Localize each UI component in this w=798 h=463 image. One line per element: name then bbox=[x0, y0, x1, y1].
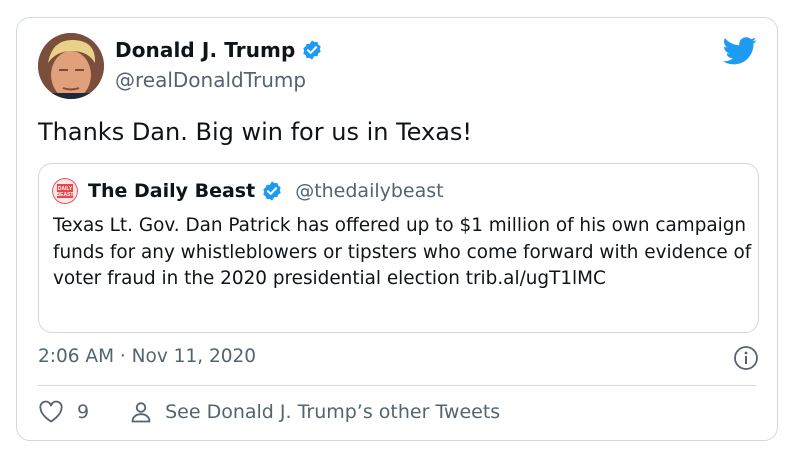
avatar[interactable] bbox=[38, 33, 104, 99]
like-count[interactable]: 9 bbox=[77, 401, 89, 423]
quoted-text: Texas Lt. Gov. Dan Patrick has offered u… bbox=[53, 215, 752, 289]
svg-text:BEAST: BEAST bbox=[57, 192, 74, 198]
author-handle[interactable]: @realDonaldTrump bbox=[115, 68, 306, 92]
divider bbox=[38, 385, 756, 386]
avatar-portrait bbox=[38, 33, 104, 99]
tweet-timestamp[interactable]: 2:06 AM · Nov 11, 2020 bbox=[38, 346, 256, 367]
quoted-author-handle[interactable]: @thedailybeast bbox=[295, 180, 443, 202]
verified-badge-icon bbox=[303, 40, 322, 60]
quoted-author-name[interactable]: The Daily Beast bbox=[88, 180, 255, 202]
person-icon[interactable] bbox=[129, 400, 153, 424]
twitter-bird-icon[interactable] bbox=[723, 36, 757, 66]
heart-icon[interactable] bbox=[38, 400, 64, 424]
tweet-text: Thanks Dan. Big win for us in Texas! bbox=[38, 118, 473, 146]
info-icon[interactable] bbox=[733, 345, 759, 371]
verified-badge-icon bbox=[263, 181, 281, 201]
quoted-tweet[interactable]: DAILY BEAST The Daily Beast @thedailybea… bbox=[38, 163, 759, 333]
see-other-tweets-link[interactable]: See Donald J. Trump’s other Tweets bbox=[165, 401, 500, 423]
tweet-card[interactable]: Donald J. Trump @realDonaldTrump Thanks … bbox=[16, 17, 778, 441]
author-name[interactable]: Donald J. Trump bbox=[115, 38, 295, 62]
daily-beast-logo: DAILY BEAST bbox=[52, 178, 78, 204]
